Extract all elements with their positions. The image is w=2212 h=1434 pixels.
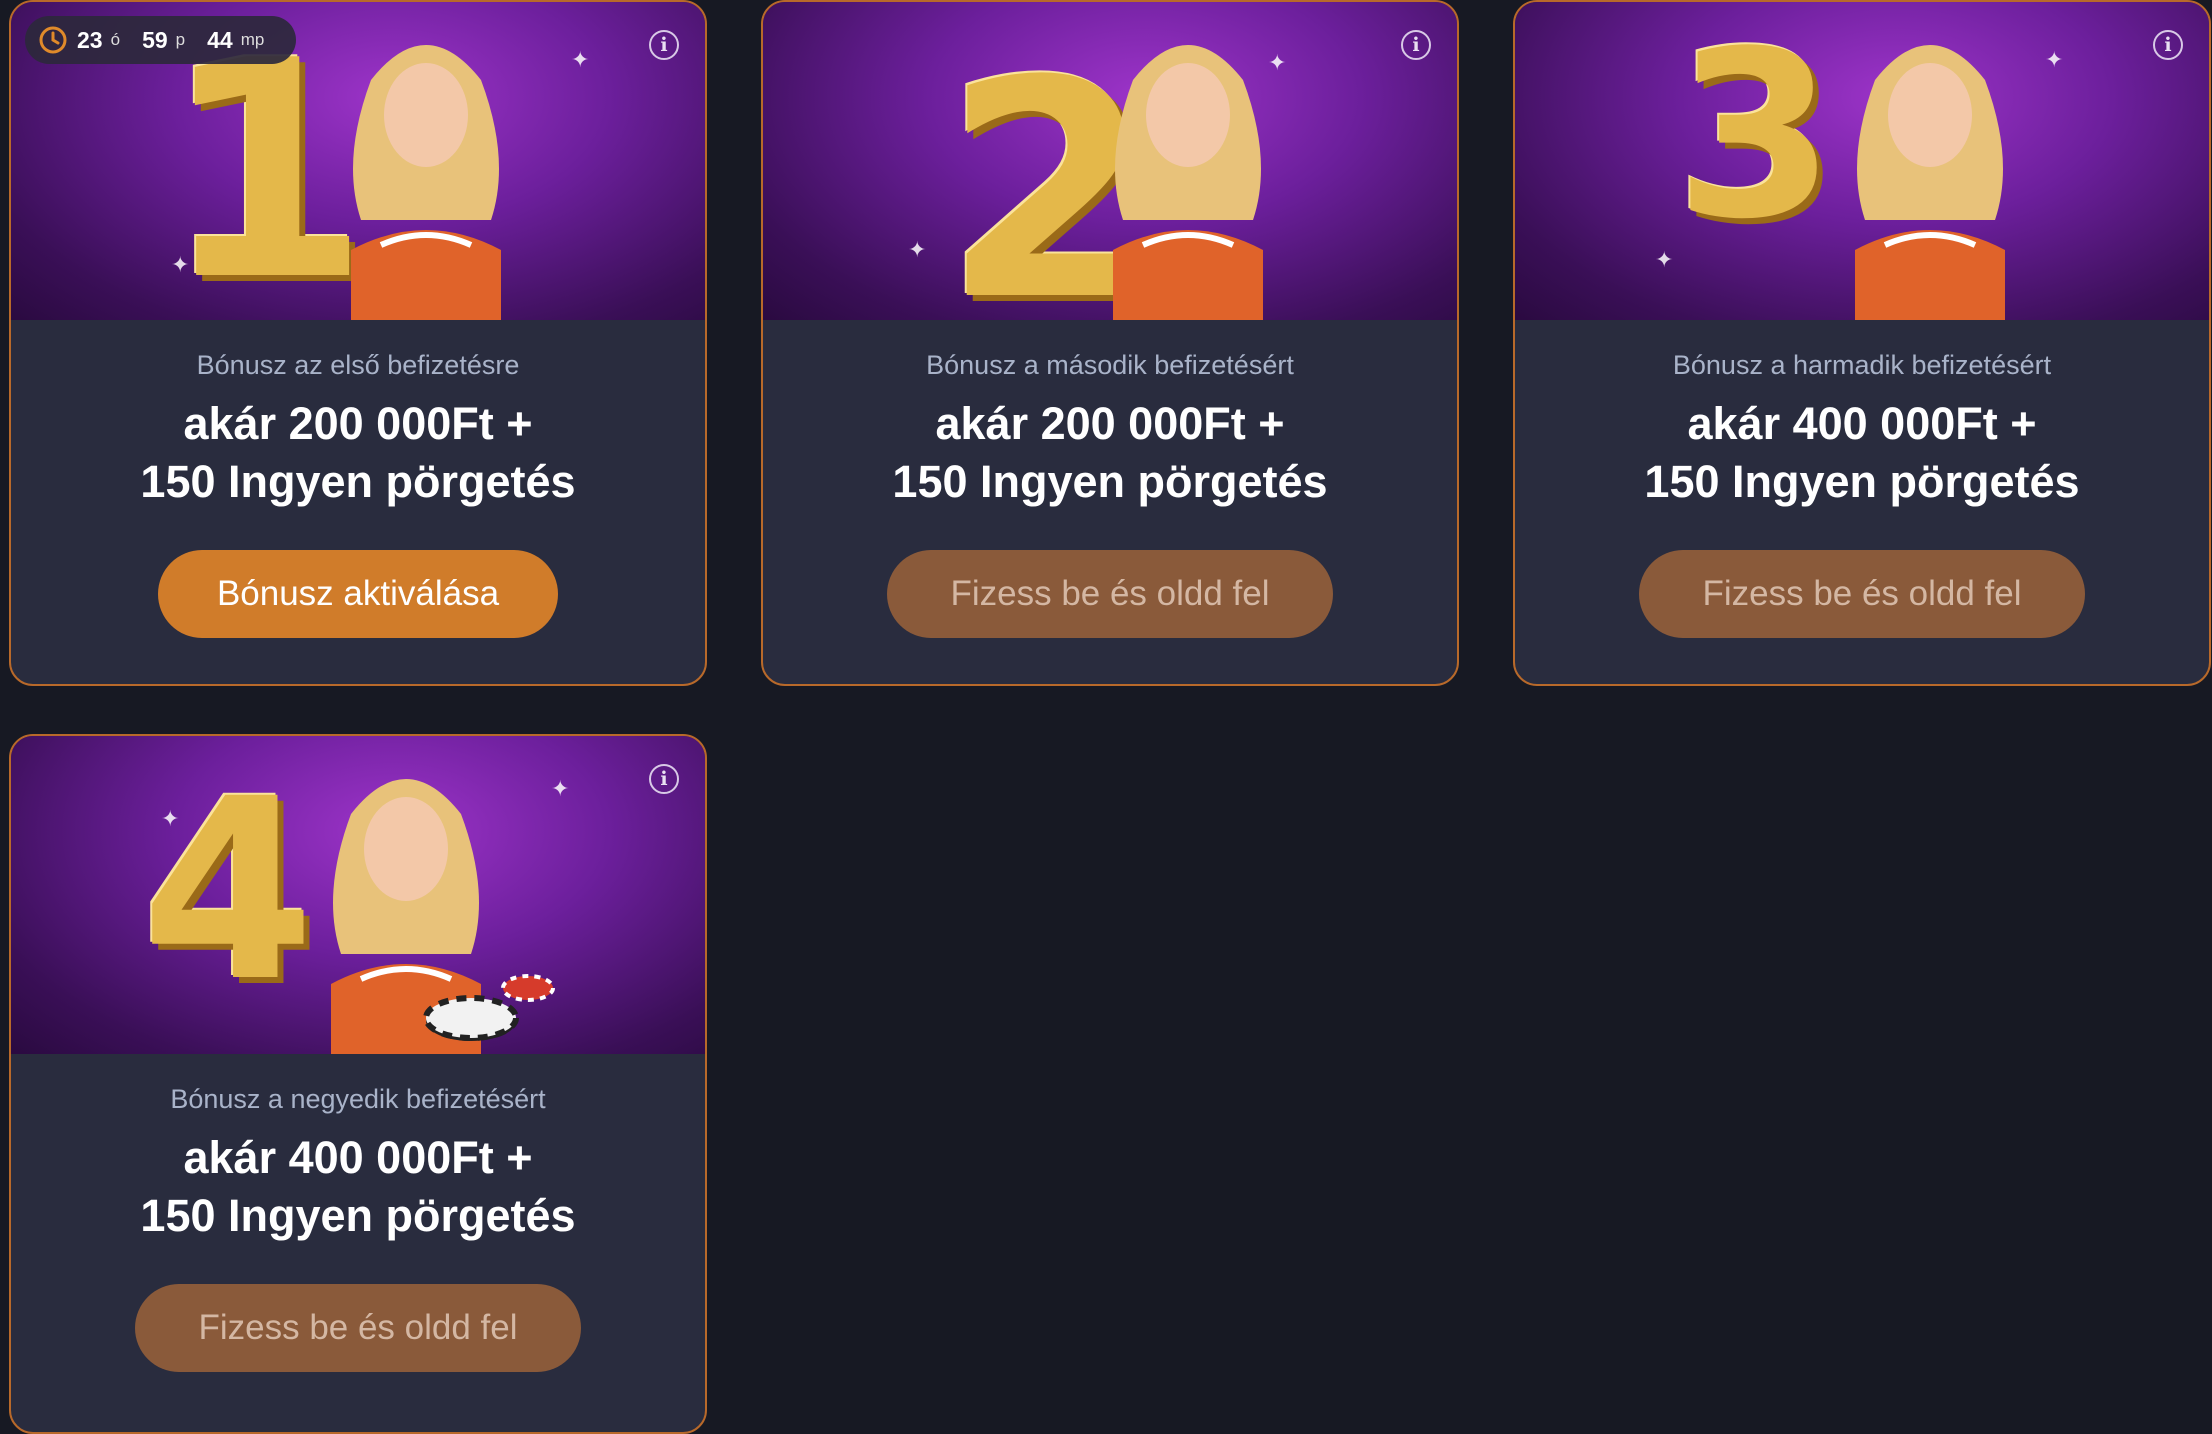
activate-bonus-button[interactable]: Bónusz aktiválása — [158, 550, 558, 638]
timer-hours: 23 — [77, 26, 103, 53]
bonus-card-4: 4 ✦ ✦ i Bónusz a negyedik befizetésért a… — [9, 734, 707, 1434]
timer-seconds-unit: mp — [240, 30, 265, 49]
timer-minutes-unit: p — [175, 30, 186, 49]
bonus-card-image: 1 ✦ ✦ 23 ó 59 p 44 mp i — [11, 2, 705, 320]
bonus-title: akár 200 000Ft + 150 Ingyen pörgetés — [11, 395, 705, 511]
info-icon[interactable]: i — [1401, 30, 1431, 60]
bonus-card-3: 3 ✦ ✦ i Bónusz a harmadik befizetésért a… — [1513, 0, 2211, 686]
bonus-number: 4 — [141, 745, 315, 1036]
casino-chips-illustration — [423, 974, 555, 1041]
bonus-free-spins: 150 Ingyen pörgetés — [1644, 456, 2080, 507]
deposit-unlock-button[interactable]: Fizess be és oldd fel — [887, 550, 1333, 638]
countdown-timer: 23 ó 59 p 44 mp — [25, 16, 297, 64]
bonus-number: 3 — [1675, 3, 1836, 270]
bonus-free-spins: 150 Ingyen pörgetés — [140, 1190, 576, 1241]
bonus-card-1: 1 ✦ ✦ 23 ó 59 p 44 mp i Bónusz az első befi… — [9, 0, 707, 686]
bonus-title: akár 400 000Ft + 150 Ingyen pörgetés — [11, 1129, 705, 1245]
bonus-subtitle: Bónusz a negyedik befizetésért — [170, 1084, 546, 1114]
bonus-card-image: 3 ✦ ✦ i — [1515, 2, 2209, 320]
info-icon[interactable]: i — [649, 764, 679, 794]
bonus-free-spins: 150 Ingyen pörgetés — [892, 456, 1328, 507]
timer-seconds: 44 — [207, 26, 233, 53]
hostess-illustration — [1855, 45, 2005, 320]
bonus-subtitle: Bónusz a második befizetésért — [926, 350, 1294, 380]
info-icon[interactable]: i — [649, 30, 679, 60]
info-icon[interactable]: i — [2153, 30, 2183, 60]
bonus-amount: akár 400 000Ft + — [1687, 398, 2037, 449]
bonus-subtitle: Bónusz a harmadik befizetésért — [1672, 350, 2052, 380]
bonus-card-image: 2 ✦ ✦ i — [763, 2, 1457, 320]
bonus-title: akár 400 000Ft + 150 Ingyen pörgetés — [1515, 395, 2209, 511]
hostess-illustration — [351, 45, 501, 320]
timer-hours-unit: ó — [110, 30, 121, 49]
bonus-title: akár 200 000Ft + 150 Ingyen pörgetés — [763, 395, 1457, 511]
bonus-free-spins: 150 Ingyen pörgetés — [140, 456, 576, 507]
clock-icon — [39, 26, 67, 54]
bonus-card-image: 4 ✦ ✦ i — [11, 736, 705, 1054]
timer-minutes: 59 — [142, 26, 168, 53]
deposit-unlock-button[interactable]: Fizess be és oldd fel — [1639, 550, 2085, 638]
bonus-amount: akár 200 000Ft + — [935, 398, 1285, 449]
bonus-amount: akár 400 000Ft + — [183, 1132, 533, 1183]
bonus-amount: akár 200 000Ft + — [183, 398, 533, 449]
deposit-unlock-button[interactable]: Fizess be és oldd fel — [135, 1284, 581, 1372]
bonus-subtitle: Bónusz az első befizetésre — [196, 350, 520, 380]
bonus-card-2: 2 ✦ ✦ i Bónusz a második befizetésért ak… — [761, 0, 1459, 686]
